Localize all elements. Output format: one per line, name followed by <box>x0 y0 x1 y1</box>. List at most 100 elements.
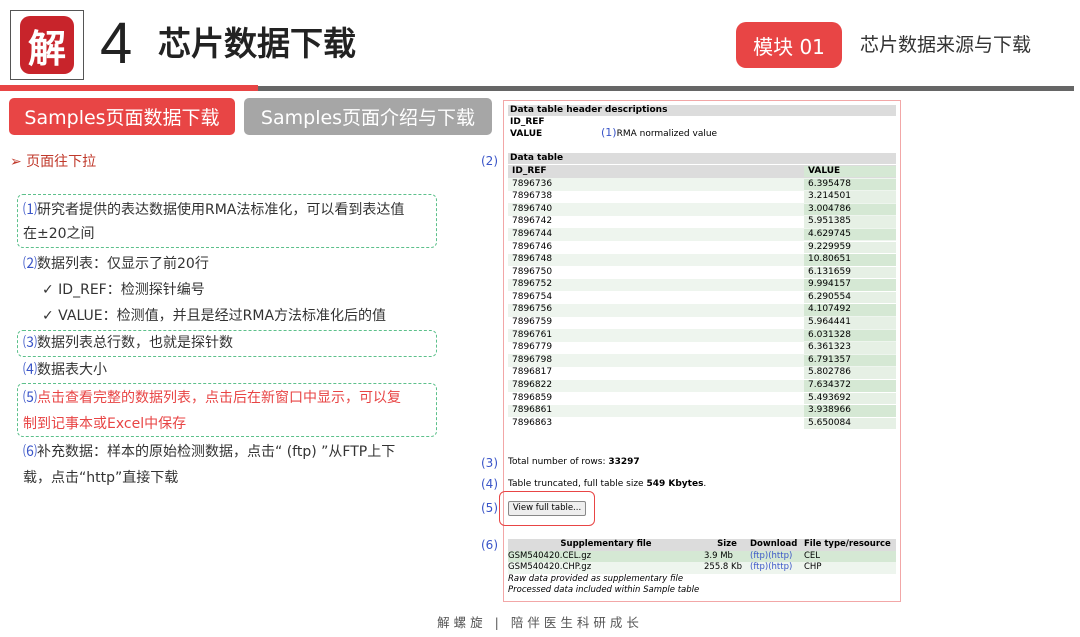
cell-id-ref: 7896738 <box>512 191 553 202</box>
marker-4: (4) <box>481 477 498 491</box>
header-desc-id-ref: ID_REF <box>510 117 545 127</box>
data-table-body: 7896736 6.395478 7896738 3.214501 7896740 3.0… <box>508 178 896 430</box>
table-row: 7896736 6.395478 <box>508 178 896 191</box>
cell-id-ref: 7896744 <box>512 228 553 239</box>
footer-slogan: 解螺旋 | 陪伴医生科研成长 <box>437 615 643 630</box>
table-row: 7896754 6.290554 <box>508 291 896 304</box>
note-4: ⑷数据表大小 <box>23 362 107 378</box>
supplementary-header: Supplementary file Size Download File ty… <box>508 539 896 551</box>
note-2-sub-2: ✓ VALUE：检测值，并且是经过RMA方法标准化后的值 <box>42 308 387 324</box>
data-table-header: ID_REF VALUE <box>508 165 896 178</box>
table-row: 7896756 4.107492 <box>508 303 896 317</box>
download-link[interactable]: (ftp)(http) <box>750 562 804 574</box>
table-row: 7896798 6.791357 <box>508 354 896 367</box>
table-row: 7896744 4.629745 <box>508 228 896 241</box>
download-link[interactable]: (ftp)(http) <box>750 551 804 563</box>
table-row: 7896752 9.994157 <box>508 278 896 292</box>
cell-id-ref: 7896817 <box>512 367 553 378</box>
scroll-instruction: ➢ 页面往下拉 <box>10 154 97 170</box>
cell-id-ref: 7896748 <box>512 254 553 265</box>
cell-value: 3.214501 <box>804 191 896 203</box>
cell-value: 7.634372 <box>804 380 896 392</box>
supplementary-table: Supplementary file Size Download File ty… <box>508 539 896 597</box>
cell-value: 5.650084 <box>804 417 896 430</box>
cell-value: 9.994157 <box>804 279 896 291</box>
table-row: 7896746 9.229959 <box>508 240 896 254</box>
cell-id-ref: 7896746 <box>512 241 553 252</box>
cell-id-ref: 7896863 <box>512 417 553 428</box>
cell-value: 6.791357 <box>804 354 896 367</box>
cell-value: 9.229959 <box>804 241 896 254</box>
table-row: 7896748 10.80651 <box>508 253 896 267</box>
total-rows: Total number of rows: 33297 <box>508 457 640 467</box>
note-1-line-1: ⑴研究者提供的表达数据使用RMA法标准化，可以看到表达值 <box>23 202 405 218</box>
table-row: 7896861 3.938966 <box>508 404 896 418</box>
marker-3: (3) <box>481 456 498 470</box>
cell-value: 5.964441 <box>804 317 896 329</box>
supplementary-note-raw: Raw data provided as supplementary file <box>508 573 684 584</box>
table-row: 7896759 5.964441 <box>508 316 896 330</box>
cell-id-ref: 7896754 <box>512 291 553 302</box>
cell-id-ref: 7896859 <box>512 392 553 403</box>
page-title: 芯片数据下载 <box>158 24 356 63</box>
view-button-highlight <box>499 491 595 526</box>
module-subtitle: 芯片数据来源与下载 <box>860 34 1032 56</box>
note-3: ⑶数据列表总行数，也就是探针数 <box>23 335 233 351</box>
note-6-line-2: 载，点击“http”直接下载 <box>23 470 179 486</box>
note-6-line-1: ⑹补充数据：样本的原始检测数据，点击“ (ftp) ”从FTP上下 <box>23 444 396 460</box>
logo-seal: 解 <box>20 16 74 74</box>
cell-value: 5.802786 <box>804 367 896 379</box>
cell-id-ref: 7896759 <box>512 317 553 328</box>
note-1-line-2: 在±20之间 <box>23 226 95 242</box>
supplementary-row: GSM540420.CHP.gz 255.8 Kb (ftp)(http) CH… <box>508 562 896 574</box>
cell-id-ref: 7896798 <box>512 354 553 365</box>
cell-id-ref: 7896861 <box>512 405 553 416</box>
header-descriptions-title: Data table header descriptions <box>508 105 896 116</box>
geo-sample-screenshot: Data table header descriptions ID_REF VA… <box>503 100 901 602</box>
table-row: 7896863 5.650084 <box>508 417 896 430</box>
cell-value: 6.031328 <box>804 329 896 342</box>
supplementary-note-processed: Processed data included within Sample ta… <box>508 585 700 595</box>
cell-id-ref: 7896750 <box>512 266 553 277</box>
marker-2: (2) <box>481 154 498 168</box>
note-2-sub-1: ✓ ID_REF：检测探针编号 <box>42 282 205 298</box>
tab-samples-intro[interactable]: Samples页面介绍与下载 <box>244 98 492 135</box>
table-row: 7896817 5.802786 <box>508 366 896 380</box>
table-row: 7896779 6.361323 <box>508 341 896 355</box>
data-table-title: Data table <box>508 153 896 164</box>
cell-id-ref: 7896756 <box>512 304 553 315</box>
cell-id-ref: 7896779 <box>512 342 553 353</box>
cell-value: 4.107492 <box>804 304 896 316</box>
cell-value: 3.938966 <box>804 405 896 417</box>
cell-value: 6.131659 <box>804 266 896 279</box>
table-row: 7896740 3.004786 <box>508 203 896 216</box>
supplementary-row: GSM540420.CEL.gz 3.9 Mb (ftp)(http) CEL <box>508 550 896 563</box>
cell-value: 3.004786 <box>804 203 896 216</box>
module-badge: 模块 01 <box>736 22 842 68</box>
table-row: 7896859 5.493692 <box>508 392 896 405</box>
table-size: Table truncated, full table size 549 Kby… <box>508 479 707 489</box>
cell-id-ref: 7896822 <box>512 380 553 391</box>
table-row: 7896738 3.214501 <box>508 190 896 204</box>
marker-1: (1) <box>601 126 617 139</box>
note-5-line-2: 制到记事本或Excel中保存 <box>23 416 187 432</box>
cell-value: 4.629745 <box>804 228 896 241</box>
column-header-value: VALUE <box>804 165 896 178</box>
table-row: 7896822 7.634372 <box>508 379 896 393</box>
cell-id-ref: 7896761 <box>512 329 553 340</box>
value-description: (1)RMA normalized value <box>601 126 718 139</box>
cell-value: 10.80651 <box>804 254 896 266</box>
section-number: 4 <box>100 11 133 76</box>
column-header-id-ref: ID_REF <box>512 165 547 176</box>
cell-id-ref: 7896752 <box>512 279 553 290</box>
note-2: ⑵数据列表：仅显示了前20行 <box>23 256 209 272</box>
header-desc-value: VALUE <box>510 129 543 139</box>
marker-5: (5) <box>481 501 498 515</box>
cell-value: 6.290554 <box>804 291 896 304</box>
tab-samples-download[interactable]: Samples页面数据下载 <box>9 98 235 135</box>
marker-6: (6) <box>481 538 498 552</box>
header-divider-accent <box>0 85 258 91</box>
cell-value: 6.395478 <box>804 178 896 191</box>
table-row: 7896750 6.131659 <box>508 266 896 279</box>
table-row: 7896761 6.031328 <box>508 329 896 342</box>
